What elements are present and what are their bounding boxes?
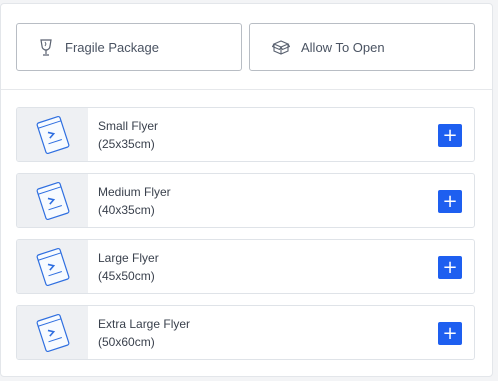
open-box-icon	[272, 38, 290, 56]
item-name: Medium Flyer	[98, 184, 171, 199]
item-size: (45x50cm)	[98, 268, 155, 283]
add-small-flyer-button[interactable]: +	[438, 124, 462, 147]
add-medium-flyer-button[interactable]: +	[438, 190, 462, 213]
item-size: (25x35cm)	[98, 136, 155, 151]
list-item-large-flyer: Large Flyer (45x50cm) +	[16, 239, 475, 294]
wine-glass-icon	[38, 38, 54, 56]
flyer-bag-image	[17, 240, 88, 293]
allow-to-open-label: Allow To Open	[301, 39, 385, 55]
add-large-flyer-button[interactable]: +	[438, 256, 462, 279]
list-item-extra-large-flyer: Extra Large Flyer (50x60cm) +	[16, 305, 475, 360]
item-name: Small Flyer	[98, 118, 159, 133]
flyer-bag-image	[17, 306, 88, 359]
item-size: (40x35cm)	[98, 202, 155, 217]
item-size: (50x60cm)	[98, 334, 155, 349]
item-name: Large Flyer	[98, 250, 159, 265]
item-name: Extra Large Flyer	[98, 316, 191, 331]
list-item-small-flyer: Small Flyer (25x35cm) +	[16, 107, 475, 162]
package-options-panel: Fragile Package Allow To Open Small Flye…	[0, 3, 493, 377]
flyer-bag-image	[17, 174, 88, 227]
section-divider	[1, 89, 492, 90]
list-item-medium-flyer: Medium Flyer (40x35cm) +	[16, 173, 475, 228]
fragile-package-label: Fragile Package	[65, 39, 159, 55]
flyer-bag-image	[17, 108, 88, 161]
add-extra-large-flyer-button[interactable]: +	[438, 322, 462, 345]
fragile-package-option[interactable]: Fragile Package	[16, 23, 242, 71]
allow-to-open-option[interactable]: Allow To Open	[249, 23, 475, 71]
